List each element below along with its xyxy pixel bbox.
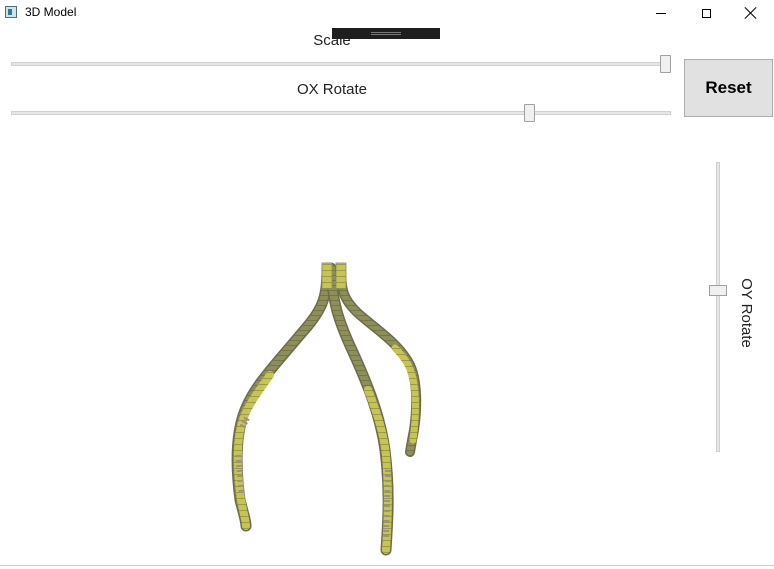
window-title: 3D Model	[25, 5, 77, 19]
maximize-button[interactable]	[683, 0, 729, 26]
close-icon	[745, 7, 757, 19]
window-bottom-border	[0, 565, 774, 566]
app-window-icon	[5, 6, 17, 18]
3d-viewport[interactable]	[0, 125, 680, 565]
scale-label: Scale	[313, 32, 351, 49]
oy-rotate-label: OY Rotate	[738, 278, 755, 348]
oy-rotate-slider-track[interactable]	[716, 162, 720, 452]
ox-rotate-slider-track[interactable]	[11, 111, 671, 115]
3d-model-render	[231, 262, 422, 556]
ox-rotate-slider-thumb[interactable]	[523, 104, 535, 122]
maximize-icon	[701, 8, 711, 18]
title-bar[interactable]: 3D Model	[0, 0, 774, 26]
minimize-icon	[656, 12, 666, 14]
ox-rotate-label: OX Rotate	[296, 81, 368, 98]
reset-button[interactable]: Reset	[684, 59, 773, 117]
tube-model	[231, 262, 422, 556]
scale-slider-track[interactable]	[11, 62, 671, 66]
scale-slider-thumb[interactable]	[660, 55, 671, 73]
close-button[interactable]	[728, 0, 774, 26]
oy-rotate-slider-thumb[interactable]	[709, 284, 727, 296]
minimize-button[interactable]	[638, 0, 684, 26]
